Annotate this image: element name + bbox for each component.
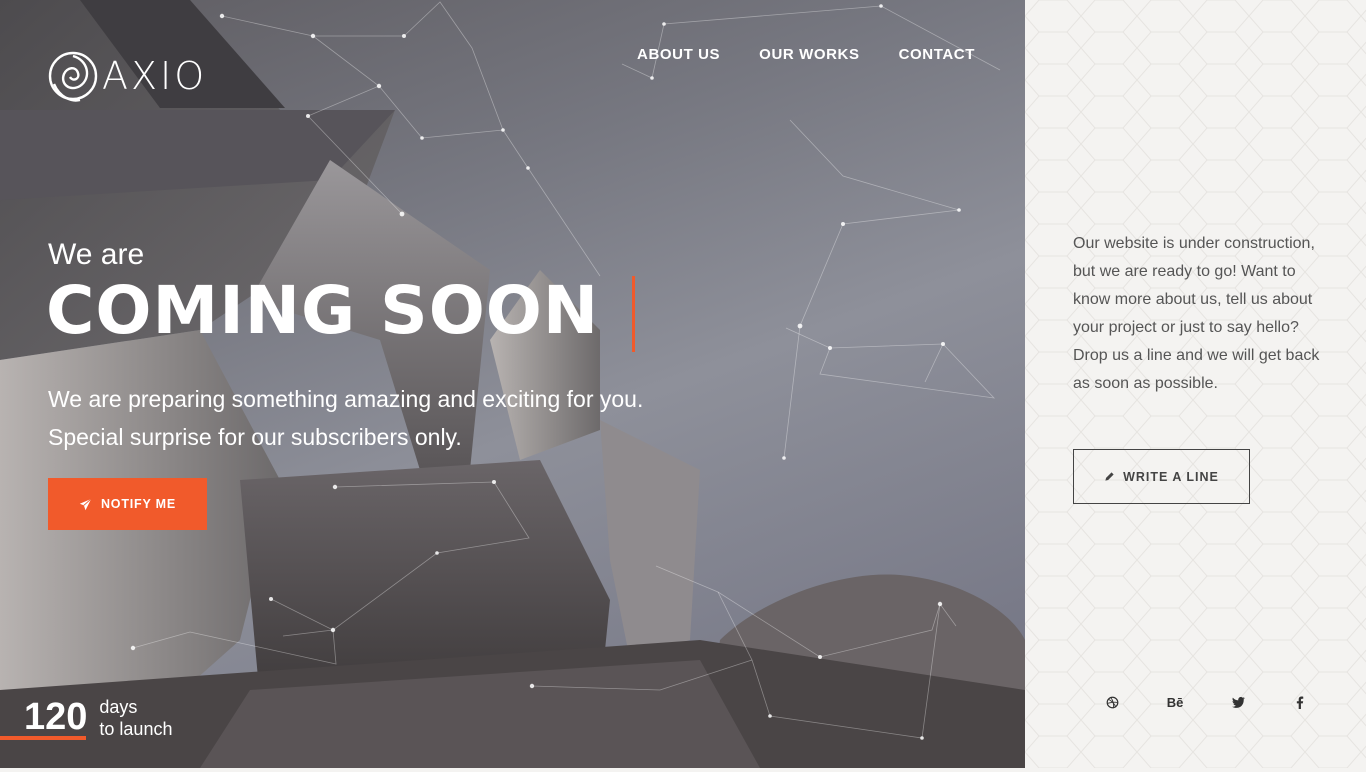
nav-our-works[interactable]: OUR WORKS (759, 46, 859, 63)
write-a-line-label: WRITE A LINE (1123, 469, 1219, 484)
nav-contact[interactable]: CONTACT (899, 46, 975, 63)
countdown-caption: to launch (99, 719, 173, 739)
typing-caret (632, 276, 635, 352)
paper-plane-icon (79, 497, 92, 510)
brand-logo[interactable]: AXIO (48, 46, 207, 106)
logo-icon (48, 51, 98, 102)
countdown-unit: days (99, 697, 138, 717)
dribbble-icon[interactable] (1100, 690, 1124, 714)
hero-subtitle: We are preparing something amazing and e… (48, 386, 644, 450)
social-links: Bē (1080, 690, 1330, 714)
brand-name: AXIO (102, 54, 208, 98)
intro-text: We are (48, 238, 145, 271)
pencil-icon (1105, 472, 1114, 481)
notify-me-button[interactable]: NOTIFY ME (48, 478, 207, 530)
countdown-label: days to launch (99, 696, 172, 740)
countdown: 120 days to launch (24, 696, 172, 740)
countdown-number: 120 (24, 696, 88, 738)
write-a-line-button[interactable]: WRITE A LINE (1073, 449, 1250, 504)
hero-background: AXIO ABOUT US OUR WORKS CONTACT We are C… (0, 0, 1025, 768)
countdown-progress-bar (0, 736, 86, 740)
facebook-icon[interactable] (1288, 690, 1312, 714)
behance-icon[interactable]: Bē (1163, 690, 1187, 714)
twitter-icon[interactable] (1226, 690, 1250, 714)
behance-label: Bē (1166, 694, 1184, 710)
page-title: COMING SOON (46, 272, 600, 349)
side-description: Our website is under construction, but w… (1073, 235, 1320, 392)
main-nav: ABOUT US OUR WORKS CONTACT (598, 46, 975, 63)
nav-about-us[interactable]: ABOUT US (637, 46, 720, 63)
notify-me-label: NOTIFY ME (100, 497, 177, 511)
